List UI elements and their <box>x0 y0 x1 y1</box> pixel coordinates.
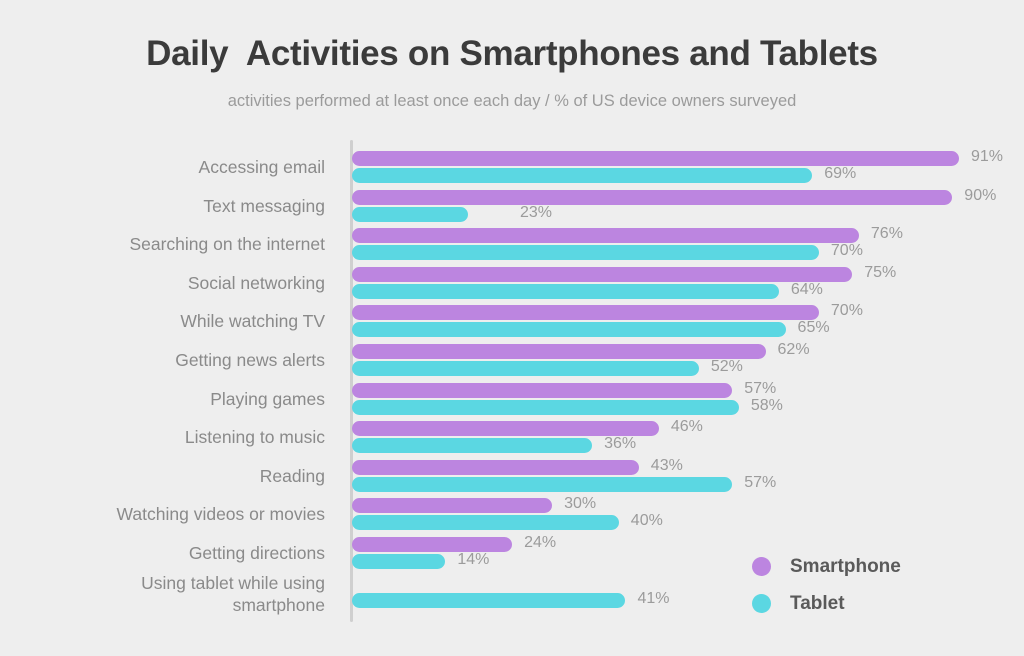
bar-fill <box>352 421 659 437</box>
bar-fill <box>352 361 699 376</box>
bar-fill <box>352 189 953 205</box>
bar-fill <box>352 344 766 359</box>
bar-fill <box>352 459 639 475</box>
bar-fill <box>352 498 553 514</box>
legend-swatch-icon <box>752 594 771 613</box>
bar-tablet[interactable]: 41% <box>352 590 670 608</box>
bar-value-label: 41% <box>637 589 670 607</box>
bar-fill <box>352 245 819 261</box>
legend-swatch-icon <box>752 557 771 576</box>
bar-value-label: 24% <box>524 534 557 551</box>
bar-value-label: 91% <box>970 148 1003 165</box>
bar-value-label: 46% <box>670 418 703 436</box>
bar-fill <box>352 206 468 222</box>
bar-fill <box>352 283 779 299</box>
bar-value-label: 58% <box>750 396 783 414</box>
bar-value-label: 57% <box>744 379 777 397</box>
bar-value-label: 40% <box>630 512 663 530</box>
legend-label: Tablet <box>790 592 845 614</box>
chart-legend: Smartphone Tablet <box>752 548 901 622</box>
bar-smartphone[interactable]: 30% <box>352 495 596 514</box>
bar-smartphone[interactable]: 24% <box>352 534 556 552</box>
bar-value-label: 36% <box>604 435 637 453</box>
legend-item-smartphone[interactable]: Smartphone <box>752 548 901 585</box>
bar-value-label: 64% <box>790 280 823 298</box>
category-label: While watching TV <box>180 311 325 332</box>
bar-value-label: 76% <box>870 225 903 243</box>
chart-container: Daily Activities on Smartphones and Tabl… <box>0 0 1024 656</box>
bar-tablet[interactable]: 70% <box>352 242 863 261</box>
bar-value-label: 14% <box>457 551 490 568</box>
bar-fill <box>352 537 513 552</box>
bar-value-label: 90% <box>964 186 997 204</box>
bar-tablet[interactable]: 65% <box>352 319 830 338</box>
bar-fill <box>352 305 819 321</box>
bar-smartphone[interactable]: 75% <box>352 264 896 282</box>
bar-tablet[interactable]: 23% <box>352 204 552 222</box>
bar-tablet[interactable]: 40% <box>352 512 663 531</box>
category-label: Social networking <box>187 272 325 293</box>
bar-value-label: 75% <box>864 263 897 281</box>
bar-tablet[interactable]: 57% <box>352 474 776 492</box>
bar-fill <box>352 151 959 166</box>
bar-smartphone[interactable]: 70% <box>352 302 863 321</box>
bar-fill <box>352 438 593 454</box>
bar-fill <box>352 554 446 569</box>
bar-smartphone[interactable]: 90% <box>352 187 996 205</box>
bar-smartphone[interactable]: 76% <box>352 225 903 244</box>
bar-value-label: 62% <box>777 341 810 358</box>
category-label: Reading <box>259 465 325 486</box>
bar-fill <box>352 228 859 244</box>
category-label: Listening to music <box>184 427 325 448</box>
category-label: Playing games <box>210 388 325 409</box>
bar-value-label: 69% <box>824 165 857 182</box>
bar-tablet[interactable]: 14% <box>352 551 489 569</box>
bar-tablet[interactable]: 64% <box>352 281 823 299</box>
bar-smartphone[interactable]: 57% <box>352 380 776 398</box>
bar-tablet[interactable]: 69% <box>352 165 856 183</box>
bar-tablet[interactable]: 52% <box>352 358 743 376</box>
category-label: Getting news alerts <box>175 350 325 370</box>
bar-smartphone[interactable]: 43% <box>352 457 683 475</box>
bar-smartphone[interactable]: 62% <box>352 341 810 359</box>
bar-smartphone[interactable]: 46% <box>352 418 703 437</box>
bar-value-label: 23% <box>520 203 553 221</box>
category-label: Watching videos or movies <box>116 504 325 525</box>
category-label: Getting directions <box>188 543 325 563</box>
category-label: Accessing email <box>198 157 325 177</box>
category-label: Using tablet while using smartphone <box>141 572 325 615</box>
bar-fill <box>352 515 619 531</box>
legend-label: Smartphone <box>790 555 901 577</box>
bar-value-label: 70% <box>830 302 863 320</box>
bar-value-label: 57% <box>744 473 777 491</box>
bar-fill <box>352 322 786 338</box>
bar-fill <box>352 399 739 415</box>
bar-value-label: 52% <box>710 358 743 375</box>
bar-fill <box>352 592 626 608</box>
bar-smartphone[interactable]: 91% <box>352 148 1003 166</box>
bar-value-label: 65% <box>797 319 830 337</box>
legend-item-tablet[interactable]: Tablet <box>752 585 901 622</box>
bar-fill <box>352 168 813 183</box>
bar-tablet[interactable]: 58% <box>352 397 783 415</box>
bar-tablet[interactable]: 36% <box>352 435 636 454</box>
bar-value-label: 30% <box>564 495 597 513</box>
category-label: Text messaging <box>203 195 325 216</box>
bar-fill <box>352 476 733 492</box>
bar-value-label: 43% <box>650 456 683 474</box>
bar-fill <box>352 382 733 398</box>
bar-value-label: 70% <box>830 242 863 260</box>
bar-fill <box>352 266 853 282</box>
category-label: Searching on the internet <box>129 234 325 255</box>
